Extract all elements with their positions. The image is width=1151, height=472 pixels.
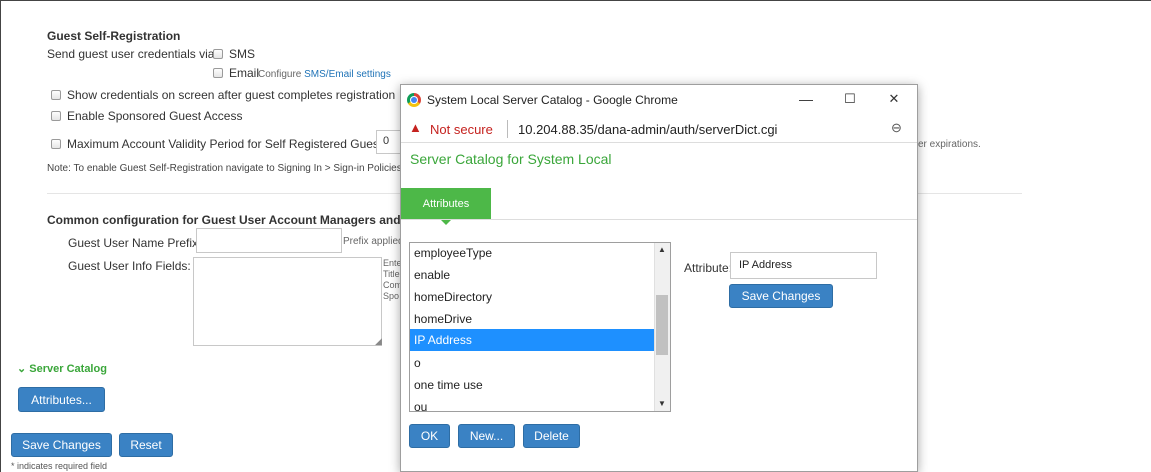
sms-checkbox[interactable] (213, 49, 223, 59)
guest-info-fields-label: Guest User Info Fields: (68, 259, 191, 273)
common-config-heading: Common configuration for Guest User Acco… (47, 213, 421, 227)
close-icon[interactable]: ✕ (885, 91, 903, 107)
max-validity-checkbox[interactable] (51, 139, 61, 149)
new-button[interactable]: New... (458, 424, 515, 448)
scroll-down-icon[interactable]: ▼ (654, 397, 670, 411)
warning-icon: ▲ (409, 120, 422, 135)
not-secure-label: Not secure (430, 122, 493, 137)
minimize-icon[interactable]: — (797, 91, 815, 107)
tab-divider (401, 219, 917, 220)
configure-text: Configure SMS/Email settings (258, 69, 391, 80)
popup-titlebar[interactable]: System Local Server Catalog - Google Chr… (401, 85, 917, 115)
maximize-icon[interactable]: ☐ (841, 91, 859, 107)
attribute-input[interactable]: IP Address (730, 252, 877, 279)
popup-address-bar[interactable]: ▲ Not secure 10.204.88.35/dana-admin/aut… (401, 115, 917, 143)
tab-attributes[interactable]: Attributes (401, 188, 491, 219)
self-registration-note: Note: To enable Guest Self-Registration … (47, 163, 411, 174)
popup-heading: Server Catalog for System Local (410, 151, 612, 167)
popup-window-title: System Local Server Catalog - Google Chr… (427, 93, 678, 107)
save-changes-button[interactable]: Save Changes (11, 433, 112, 457)
guest-name-prefix-label: Guest User Name Prefix: (68, 236, 202, 250)
address-separator (507, 120, 508, 138)
window-border-top (0, 0, 1151, 1)
sponsored-guest-checkbox[interactable] (51, 111, 61, 121)
show-credentials-label: Show credentials on screen after guest c… (67, 88, 396, 102)
listbox-scrollbar[interactable]: ▲ ▼ (654, 243, 670, 411)
chrome-logo-icon (407, 93, 421, 107)
list-item[interactable]: homeDrive (414, 312, 472, 326)
list-item[interactable]: ou (414, 400, 427, 411)
show-credentials-checkbox[interactable] (51, 90, 61, 100)
delete-button[interactable]: Delete (523, 424, 580, 448)
ok-button[interactable]: OK (409, 424, 450, 448)
max-validity-label: Maximum Account Validity Period for Self… (67, 137, 392, 151)
scroll-up-icon[interactable]: ▲ (654, 243, 670, 257)
attributes-listbox[interactable]: employeeType enable homeDirectory homeDr… (409, 242, 671, 412)
email-checkbox[interactable] (213, 68, 223, 78)
sponsored-guest-label: Enable Sponsored Guest Access (67, 109, 243, 123)
page-url[interactable]: 10.204.88.35/dana-admin/auth/serverDict.… (518, 122, 777, 137)
list-item[interactable]: enable (414, 268, 450, 282)
required-field-note: * indicates required field (11, 461, 108, 471)
email-label: Email (229, 66, 260, 80)
zoom-icon[interactable]: ⊖ (891, 120, 902, 136)
configure-prefix: Configure (258, 69, 305, 80)
list-item[interactable]: employeeType (414, 246, 492, 260)
attributes-button[interactable]: Attributes... (18, 387, 105, 412)
chevron-down-icon: ⌄ (17, 363, 27, 375)
server-catalog-popup-window: System Local Server Catalog - Google Chr… (400, 84, 918, 472)
reset-button[interactable]: Reset (119, 433, 173, 457)
send-via-label: Send guest user credentials via: (47, 47, 218, 61)
list-item[interactable]: homeDirectory (414, 290, 492, 304)
window-border-left (0, 0, 1, 472)
sms-label: SMS (229, 47, 256, 61)
guest-name-prefix-input[interactable] (196, 228, 342, 253)
popup-save-changes-button[interactable]: Save Changes (729, 284, 833, 308)
prefix-hint: Prefix applied (343, 236, 404, 247)
expirations-text: er expirations. (918, 139, 981, 150)
scrollbar-thumb[interactable] (656, 295, 668, 355)
list-item-selected[interactable]: IP Address (410, 329, 654, 351)
sms-email-settings-link[interactable]: SMS/Email settings (304, 69, 391, 80)
resize-grip-icon[interactable]: ◢ (375, 336, 382, 347)
guest-self-registration-heading: Guest Self-Registration (47, 29, 181, 43)
server-catalog-toggle[interactable]: ⌄ Server Catalog (17, 362, 107, 375)
list-item[interactable]: o (414, 356, 421, 370)
guest-info-fields-textarea[interactable] (193, 257, 382, 346)
server-catalog-label: Server Catalog (29, 363, 107, 375)
list-item[interactable]: one time use (414, 378, 483, 392)
attribute-label: Attribute: (684, 261, 733, 275)
